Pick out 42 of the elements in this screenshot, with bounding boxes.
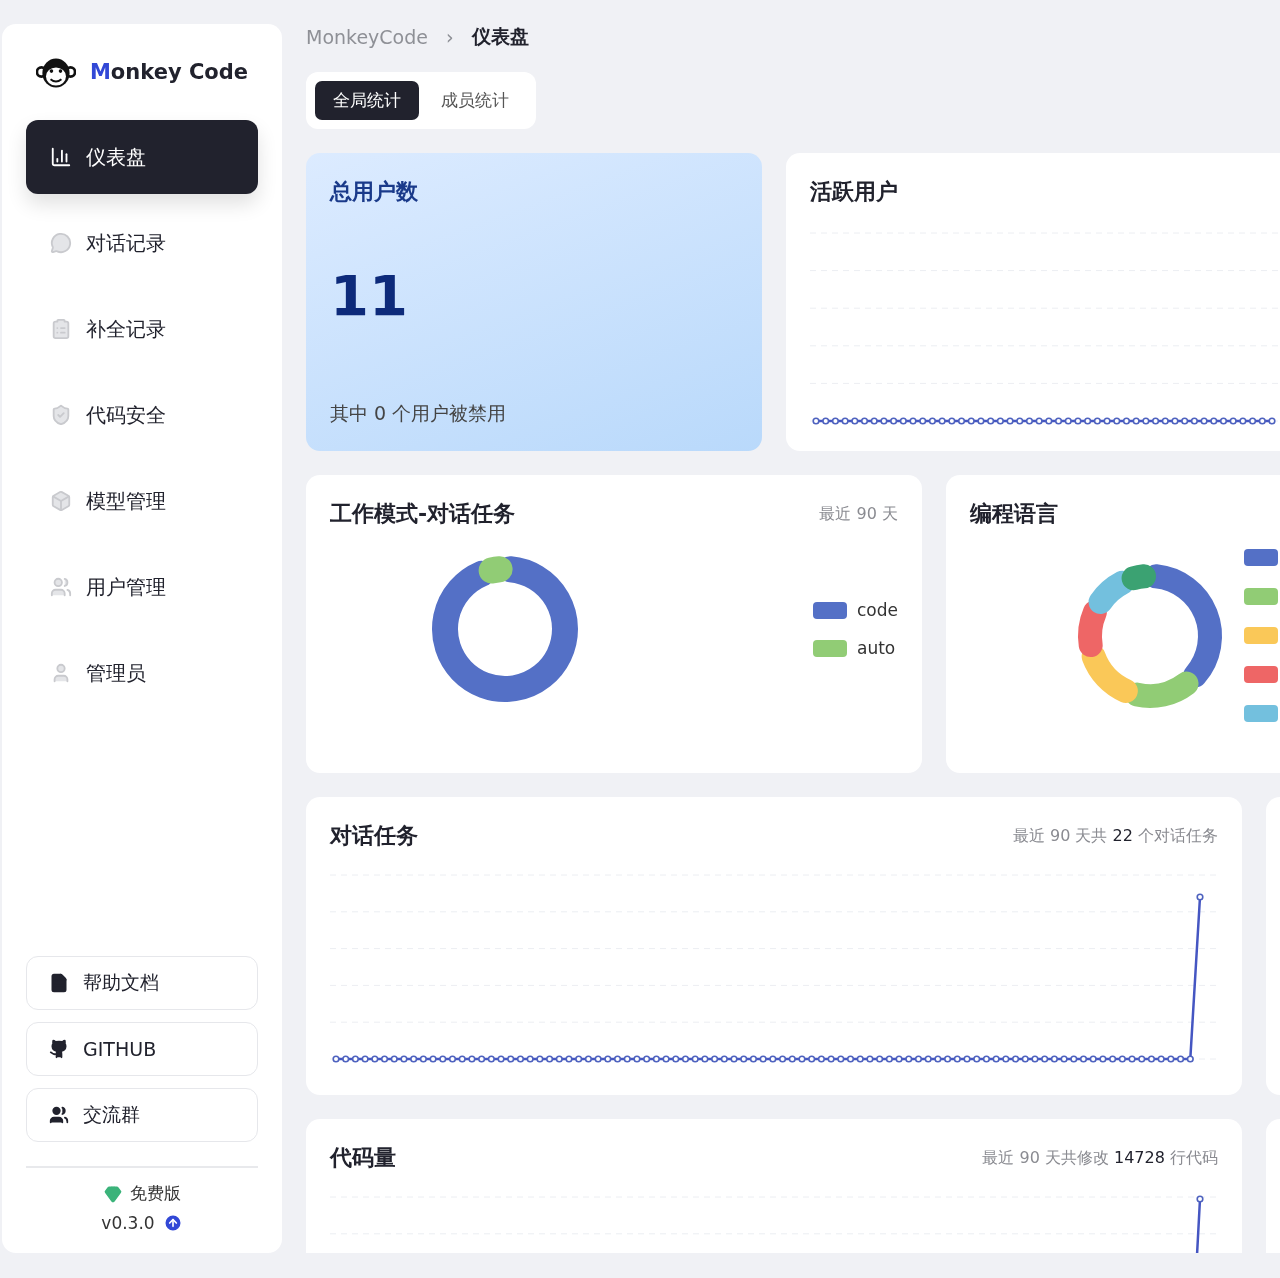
sidebar-item[interactable]: 管理员	[26, 636, 258, 710]
stats-tab[interactable]: 成员统计	[423, 81, 527, 120]
sidebar-item[interactable]: 对话记录	[26, 206, 258, 280]
sidebar-link-button[interactable]: GITHUB	[26, 1022, 258, 1076]
card-title: 总用户数	[330, 178, 419, 206]
tasks-summary: 最近 90 天共 22 个对话任务	[1012, 825, 1218, 847]
nav-icon	[50, 318, 72, 340]
card-title: 编程语言	[970, 500, 1059, 528]
code-lines-summary: 最近 90 天共修改 14728 行代码	[982, 1147, 1218, 1169]
legend-label: auto	[857, 638, 896, 658]
version-label: v0.3.0	[101, 1213, 155, 1233]
sidebar-item[interactable]: 代码安全	[26, 378, 258, 452]
card-title: 对话任务	[330, 822, 418, 850]
breadcrumb-item: 仪表盘	[471, 24, 529, 49]
card-title: 活跃用户	[810, 178, 899, 206]
sidebar-item[interactable]: 模型管理	[26, 464, 258, 538]
sidebar-link-button[interactable]: 交流群	[26, 1088, 258, 1142]
stats-tab[interactable]: 全局统计	[315, 81, 419, 120]
edition-label: 免费版	[129, 1182, 181, 1205]
period-label: 最近 90 天	[819, 503, 898, 525]
sidebar-item[interactable]: 仪表盘	[26, 120, 258, 194]
nav-icon	[50, 490, 72, 512]
sidebar-item[interactable]: 用户管理	[26, 550, 258, 624]
link-icon	[49, 1105, 69, 1125]
card-title: 代码量	[330, 1144, 396, 1172]
nav-icon	[50, 576, 72, 598]
sidebar-item[interactable]: 补全记录	[26, 292, 258, 366]
disabled-users-note: 其中 0 个用户被禁用	[330, 401, 508, 426]
legend-label: code	[857, 600, 898, 620]
nav-icon	[50, 146, 72, 168]
total-users-value: 11	[330, 263, 409, 328]
upgrade-icon[interactable]	[162, 1213, 183, 1233]
breadcrumb-item: ›	[445, 26, 454, 48]
nav-icon	[50, 404, 72, 426]
link-icon	[49, 1039, 69, 1059]
gem-icon	[103, 1184, 122, 1203]
nav-icon	[50, 232, 72, 254]
brand-name: Monkey Code	[89, 60, 248, 84]
link-icon	[49, 973, 69, 993]
code-lines-chart-points	[1196, 1195, 1204, 1203]
sidebar-link-button[interactable]: 帮助文档	[26, 956, 258, 1010]
card-title: 工作模式-对话任务	[330, 500, 516, 528]
